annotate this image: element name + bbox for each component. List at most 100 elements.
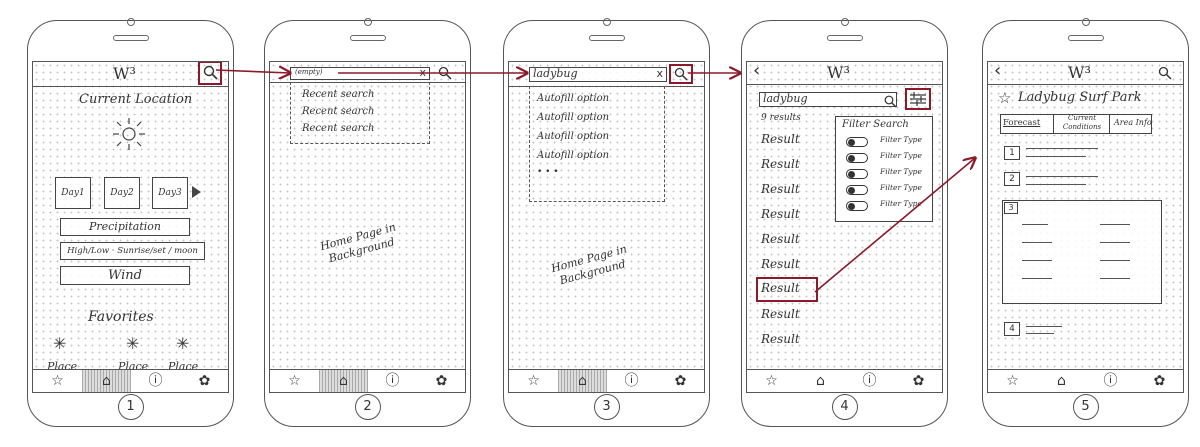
search-icon[interactable] [1158,65,1172,84]
favorites-star-icon[interactable]: ☆ [747,370,796,392]
text-line [1022,242,1052,244]
step-number: 3 [593,394,620,420]
clear-icon[interactable]: x [656,67,663,80]
help-icon[interactable]: ⓘ [1086,370,1135,392]
day-card[interactable]: Day1 [55,177,91,209]
tab-current-conditions[interactable]: Current Conditions [1056,114,1108,132]
settings-gear-icon[interactable]: ✿ [417,370,465,392]
help-icon[interactable]: ⓘ [368,370,417,392]
search-input[interactable]: ladybug [759,92,897,107]
result-item[interactable]: Result [761,207,800,221]
filter-type-label: Filter Type [880,135,922,144]
text-line [1100,260,1130,262]
filter-icon[interactable] [909,91,927,111]
home-icon[interactable]: ⌂ [796,370,845,392]
result-item[interactable]: Result [761,257,800,271]
help-icon[interactable]: ⓘ [845,370,894,392]
star-icon: ✳ [53,334,67,353]
search-input[interactable]: (empty) x [290,66,430,80]
search-highlight [198,62,222,85]
precipitation-bar[interactable]: Precipitation [60,218,190,236]
text-line [1022,224,1048,226]
filter-type-label: Filter Type [880,167,922,176]
top-bar: ladybug x [509,62,704,87]
star-icon: ✳ [126,334,140,353]
tab-area-info[interactable]: Area Info [1114,118,1152,127]
text-line [1022,260,1052,262]
search-input-value: ladybug [763,92,808,105]
autofill-option[interactable]: Autofill option [537,150,609,161]
text-line [1026,333,1054,335]
next-arrow-icon[interactable] [192,186,201,198]
camera-icon [840,18,849,26]
text-line [1022,278,1052,280]
day-card[interactable]: Day2 [104,177,140,209]
speaker [349,18,386,41]
favorites-star-icon[interactable]: ☆ [270,370,319,392]
recent-search-item[interactable]: Recent search [302,106,374,117]
favorites-star-icon[interactable]: ☆ [509,370,558,392]
screen: W³ Current Location Day1 Day2 Day3 Preci… [32,61,229,393]
autofill-option[interactable]: Autofill option [537,112,609,123]
recent-search-item[interactable]: Recent search [302,123,374,134]
result-item[interactable]: Result [761,307,800,321]
wind-bar[interactable]: Wind [60,266,190,285]
more-options-ellipsis: • • • [537,167,559,177]
filter-title: Filter Search [842,119,909,130]
filter-toggle[interactable] [846,169,868,179]
text-line [1026,326,1062,328]
back-icon[interactable]: ‹ [994,62,1001,81]
day-card[interactable]: Day3 [152,177,188,209]
speaker [112,18,149,41]
search-icon[interactable] [438,65,452,84]
tab-divider [1053,114,1054,134]
search-icon[interactable] [884,93,897,112]
home-icon[interactable]: ⌂ [558,370,607,392]
phone-screen-1: W³ Current Location Day1 Day2 Day3 Preci… [27,18,234,427]
result-item[interactable]: Result [761,332,800,346]
filter-toggle[interactable] [846,153,868,163]
results-count: 9 results [761,113,801,123]
favorites-star-icon[interactable]: ☆ [988,370,1037,392]
home-icon[interactable]: ⌂ [82,370,131,392]
filter-toggle[interactable] [846,137,868,147]
autofill-option[interactable]: Autofill option [537,93,609,104]
favorites-star-icon[interactable]: ☆ [33,370,82,392]
top-bar: ‹ W³ [988,62,1183,85]
camera-icon [1081,18,1090,26]
search-input-value: ladybug [533,67,578,80]
background-note: Home Page in Background [549,242,629,288]
result-item[interactable]: Result [761,132,800,146]
settings-gear-icon[interactable]: ✿ [894,370,942,392]
help-icon[interactable]: ⓘ [131,370,180,392]
settings-gear-icon[interactable]: ✿ [656,370,704,392]
result-item[interactable]: Result [761,281,800,295]
details-bar[interactable]: High/Low · Sunrise/set / moon [60,242,205,260]
text-line [1026,184,1086,186]
section-number: 3 [1004,202,1018,214]
tab-forecast[interactable]: Forecast [1003,118,1040,128]
clear-icon[interactable]: x [419,66,426,79]
top-bar: (empty) x [270,62,465,83]
back-icon[interactable]: ‹ [753,62,760,81]
home-icon[interactable]: ⌂ [319,370,368,392]
camera-icon [602,18,611,26]
favorite-star-icon[interactable]: ☆ [998,89,1011,107]
filter-toggle[interactable] [846,201,868,211]
autofill-option[interactable]: Autofill option [537,131,609,142]
settings-gear-icon[interactable]: ✿ [1135,370,1183,392]
search-icon[interactable] [674,66,688,85]
result-item[interactable]: Result [761,157,800,171]
result-item[interactable]: Result [761,182,800,196]
settings-gear-icon[interactable]: ✿ [180,370,228,392]
favorites-title: Favorites [88,309,154,325]
text-line [1100,278,1130,280]
filter-toggle[interactable] [846,185,868,195]
search-input[interactable]: ladybug x [529,67,667,82]
recent-search-item[interactable]: Recent search [302,89,374,100]
help-icon[interactable]: ⓘ [607,370,656,392]
screen: (empty) x Recent search Recent search Re… [269,61,466,393]
home-icon[interactable]: ⌂ [1037,370,1086,392]
result-item[interactable]: Result [761,232,800,246]
tab-divider [1109,114,1110,134]
